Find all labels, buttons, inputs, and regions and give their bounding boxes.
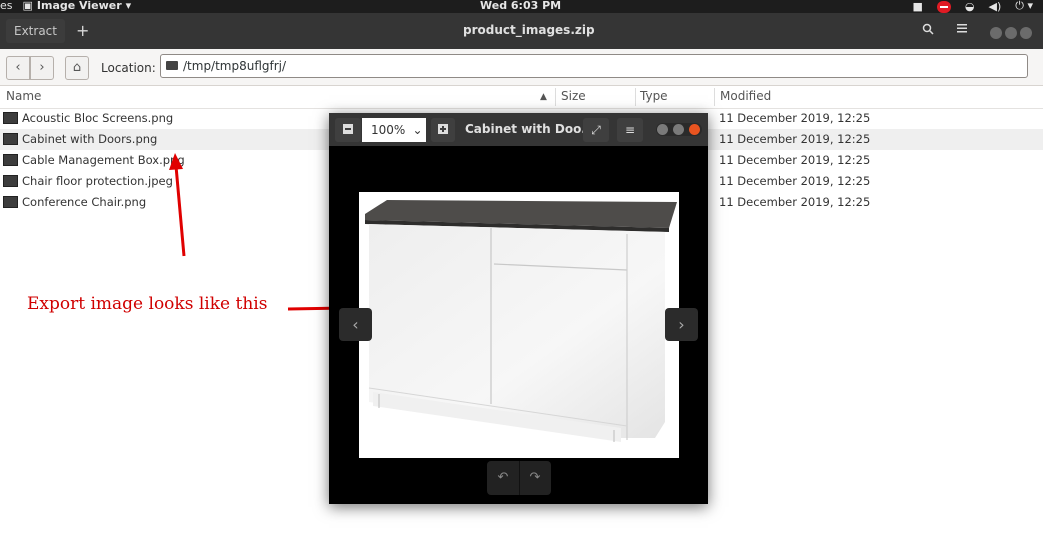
image-viewer-window[interactable]: 100% ⌄ Cabinet with Doo... ⤢ ≡ ‹ › ↶ ↷ [329,113,708,504]
close-icon[interactable] [689,124,700,135]
image-file-icon [3,154,18,166]
rotate-left-icon: ↶ [497,470,509,485]
file-modified: 11 December 2019, 12:25 [719,174,871,188]
file-name: Conference Chair.png [22,195,147,209]
file-name: Cabinet with Doors.png [22,132,158,146]
viewer-header-bar: 100% ⌄ Cabinet with Doo... ⤢ ≡ [329,113,708,146]
file-modified: 11 December 2019, 12:25 [719,195,871,209]
extract-button[interactable]: Extract [6,19,65,43]
app-menu[interactable]: ▣ Image Viewer ▾ [23,0,132,12]
location-bar: ‹ › ⌂ Location: /tmp/tmp8uflgfrj/ [0,49,1043,86]
home-button[interactable]: ⌂ [65,56,89,80]
maximize-icon[interactable] [673,124,684,135]
archive-header-bar: Extract + product_images.zip [0,13,1043,49]
column-name[interactable]: Name [6,89,41,103]
top-bar: es ▣ Image Viewer ▾ Wed 6:03 PM ■ ◒ ◀) ⏻… [0,0,1043,13]
rotate-controls: ↶ ↷ [487,461,551,495]
minimize-icon[interactable] [990,27,1002,39]
column-modified[interactable]: Modified [720,89,771,103]
list-header: Name ▲ Size Type Modified [0,86,1043,109]
image-file-icon [3,196,18,208]
previous-image-button[interactable]: ‹ [339,308,372,341]
search-icon[interactable] [922,23,934,38]
rotate-right-icon: ↷ [529,470,541,485]
back-button[interactable]: ‹ [6,56,30,80]
image-file-icon [3,112,18,124]
minimize-icon[interactable] [657,124,668,135]
file-modified: 11 December 2019, 12:25 [719,153,871,167]
power-icon[interactable]: ⏻ ▾ [1015,0,1033,13]
close-icon[interactable] [1020,27,1032,39]
annotation-text: Export image looks like this [27,294,268,314]
volume-icon[interactable]: ◀) [989,0,1002,13]
viewer-title: Cabinet with Doo... [465,122,595,136]
rotate-left-button[interactable]: ↶ [487,461,520,495]
location-label: Location: [101,61,156,75]
folder-icon [166,61,178,70]
file-modified: 11 December 2019, 12:25 [719,111,871,125]
file-modified: 11 December 2019, 12:25 [719,132,871,146]
file-name: Chair floor protection.jpeg [22,174,173,188]
viewer-menu-button[interactable]: ≡ [617,118,643,142]
file-name: Cable Management Box.png [22,153,185,167]
chevron-right-icon: › [678,315,685,334]
chevron-down-icon: ▾ [125,0,132,12]
displayed-image [359,192,679,458]
fullscreen-icon: ⤢ [591,123,601,137]
hamburger-menu-icon: ≡ [624,123,636,137]
do-not-disturb-icon[interactable] [936,1,951,13]
window-title: product_images.zip [463,23,595,37]
chevron-left-icon: ‹ [352,315,359,334]
sort-ascending-icon: ▲ [540,92,547,102]
window-controls [656,123,702,136]
image-file-icon [3,133,18,145]
add-button[interactable]: + [68,19,97,43]
chevron-down-icon[interactable]: ⌄ [409,118,426,142]
plus-icon [438,124,448,134]
hamburger-menu-icon[interactable] [956,22,968,37]
column-type[interactable]: Type [640,89,668,103]
rotate-right-button[interactable]: ↷ [519,461,551,495]
next-image-button[interactable]: › [665,308,698,341]
fullscreen-button[interactable]: ⤢ [583,118,609,142]
minus-icon [343,124,353,134]
activities-button[interactable]: es [0,0,13,12]
cabinet-image [359,192,679,458]
home-icon: ⌂ [72,60,82,75]
maximize-icon[interactable] [1005,27,1017,39]
image-viewer-icon: ▣ [22,0,33,12]
clock[interactable]: Wed 6:03 PM [480,0,561,12]
location-field[interactable]: /tmp/tmp8uflgfrj/ [160,54,1028,78]
column-size[interactable]: Size [561,89,586,103]
chevron-left-icon: ‹ [15,60,21,75]
file-name: Acoustic Bloc Screens.png [22,111,174,125]
location-path: /tmp/tmp8uflgfrj/ [183,59,287,73]
zoom-in-button[interactable] [431,118,455,142]
zoom-out-button[interactable] [335,118,361,142]
camera-icon[interactable]: ■ [912,0,922,13]
wifi-icon[interactable]: ◒ [965,0,975,13]
chevron-right-icon: › [39,60,45,75]
app-menu-label: Image Viewer [36,0,122,12]
image-file-icon [3,175,18,187]
forward-button[interactable]: › [30,56,54,80]
